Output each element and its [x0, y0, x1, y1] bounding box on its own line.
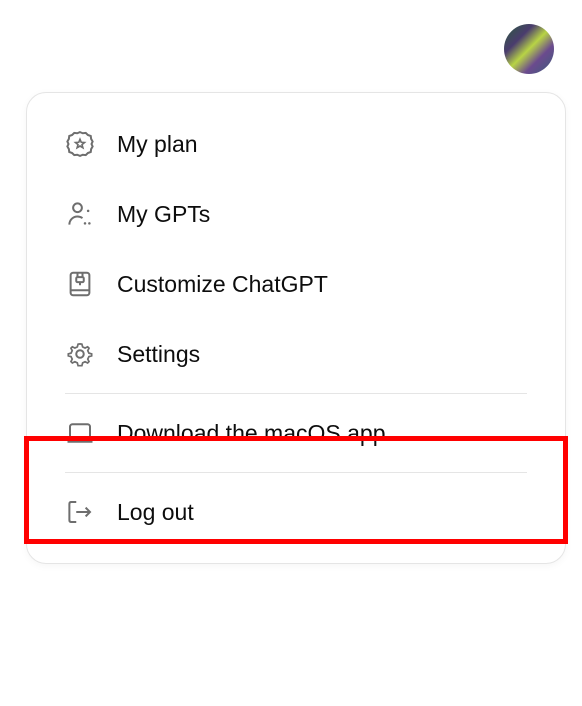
star-badge-icon [65, 129, 95, 159]
menu-item-logout[interactable]: Log out [27, 477, 565, 547]
menu-item-my-gpts[interactable]: My GPTs [27, 179, 565, 249]
menu-item-label: Download the macOS app [117, 420, 386, 447]
menu-item-label: My plan [117, 131, 198, 158]
user-menu: My plan My GPTs Customize ChatG [26, 92, 566, 564]
book-plug-icon [65, 269, 95, 299]
avatar[interactable] [504, 24, 554, 74]
menu-item-label: Settings [117, 341, 200, 368]
menu-item-customize[interactable]: Customize ChatGPT [27, 249, 565, 319]
menu-item-label: My GPTs [117, 201, 210, 228]
laptop-icon [65, 418, 95, 448]
menu-item-settings[interactable]: Settings [27, 319, 565, 389]
divider [65, 472, 527, 473]
menu-item-my-plan[interactable]: My plan [27, 109, 565, 179]
logout-icon [65, 497, 95, 527]
menu-item-label: Log out [117, 499, 194, 526]
menu-item-download-app[interactable]: Download the macOS app [27, 398, 565, 468]
divider [65, 393, 527, 394]
person-dots-icon [65, 199, 95, 229]
menu-item-label: Customize ChatGPT [117, 271, 328, 298]
gear-icon [65, 339, 95, 369]
